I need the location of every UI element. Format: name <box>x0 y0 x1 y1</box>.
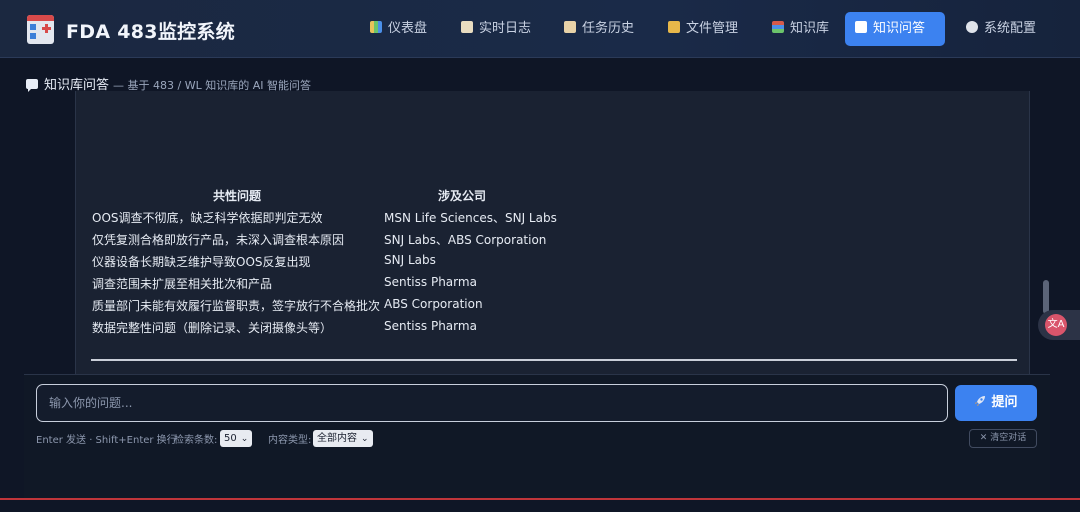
speech-bubble-icon <box>855 21 867 33</box>
scroll-icon <box>564 21 576 33</box>
nav-item-knowledge-base[interactable]: 知识库 <box>762 12 839 46</box>
result-count-select[interactable]: 50 ⌄ <box>220 430 253 447</box>
ask-button[interactable]: 提问 <box>955 385 1037 421</box>
nav-item-system-config[interactable]: 系统配置 <box>956 12 1046 46</box>
table-cell-issue: 仅凭复测合格即放行产品，未深入调查根本原因 <box>92 233 345 247</box>
content-type-select[interactable]: 全部内容 ⌄ <box>313 430 373 447</box>
table-header-company: 涉及公司 <box>438 189 487 203</box>
table-cell-company: MSN Life Sciences、SNJ Labs <box>384 211 557 225</box>
nav-item-dashboard[interactable]: 仪表盘 <box>360 12 437 46</box>
nav-item-task-history[interactable]: 任务历史 <box>554 12 644 46</box>
books-icon <box>772 21 784 33</box>
speech-bubble-icon <box>26 79 38 92</box>
nav-item-file-management[interactable]: 文件管理 <box>658 12 748 46</box>
keyboard-hint: Enter 发送 · Shift+Enter 换行 <box>36 435 177 446</box>
table-cell-issue: 质量部门未能有效履行监督职责，签字放行不合格批次 <box>92 299 381 313</box>
bottom-accent-line <box>0 498 1080 500</box>
table-cell-company: SNJ Labs <box>384 253 436 267</box>
clear-chat-button[interactable]: ✕ 清空对话 <box>969 429 1037 448</box>
chevron-down-icon: ⌄ <box>240 434 249 444</box>
table-header-issue: 共性问题 <box>213 189 262 203</box>
table-cell-issue: OOS调查不彻底，缺乏科学依据即判定无效 <box>92 211 323 225</box>
table-cell-company: Sentiss Pharma <box>384 275 477 289</box>
gear-icon <box>966 21 978 33</box>
table-cell-company: Sentiss Pharma <box>384 319 477 333</box>
translate-icon: 文A <box>1045 314 1067 336</box>
nav-item-knowledge-qa[interactable]: 知识问答 <box>845 12 945 46</box>
table-cell-issue: 数据完整性问题（删除记录、关闭摄像头等） <box>92 321 333 335</box>
folder-icon <box>668 21 680 33</box>
table-cell-issue: 调查范围未扩展至相关批次和产品 <box>92 277 273 291</box>
app-title: FDA 483监控系统 <box>66 21 236 43</box>
divider <box>91 359 1017 361</box>
top-bar: FDA 483监控系统 仪表盘 实时日志 任务历史 文件管理 知识库 知识问答 … <box>0 0 1080 58</box>
nav-item-live-log[interactable]: 实时日志 <box>451 12 541 46</box>
chat-messages-panel: 共性问题 涉及公司 OOS调查不彻底，缺乏科学依据即判定无效 MSN Life … <box>75 91 1030 374</box>
question-input[interactable] <box>36 384 948 422</box>
translate-widget[interactable]: 文A <box>1038 310 1080 340</box>
table-cell-issue: 仪器设备长期缺乏维护导致OOS反复出现 <box>92 255 311 269</box>
table-cell-company: SNJ Labs、ABS Corporation <box>384 233 547 247</box>
content-type-label: 内容类型: <box>268 435 312 446</box>
bar-chart-icon <box>370 21 382 33</box>
chevron-down-icon: ⌄ <box>361 434 369 444</box>
hospital-logo-icon <box>27 15 54 44</box>
rocket-icon <box>974 386 986 406</box>
chat-scrollbar[interactable] <box>1043 280 1049 314</box>
clipboard-icon <box>461 21 473 33</box>
table-cell-company: ABS Corporation <box>384 297 483 311</box>
result-count-label: 检索条数: <box>174 435 218 446</box>
